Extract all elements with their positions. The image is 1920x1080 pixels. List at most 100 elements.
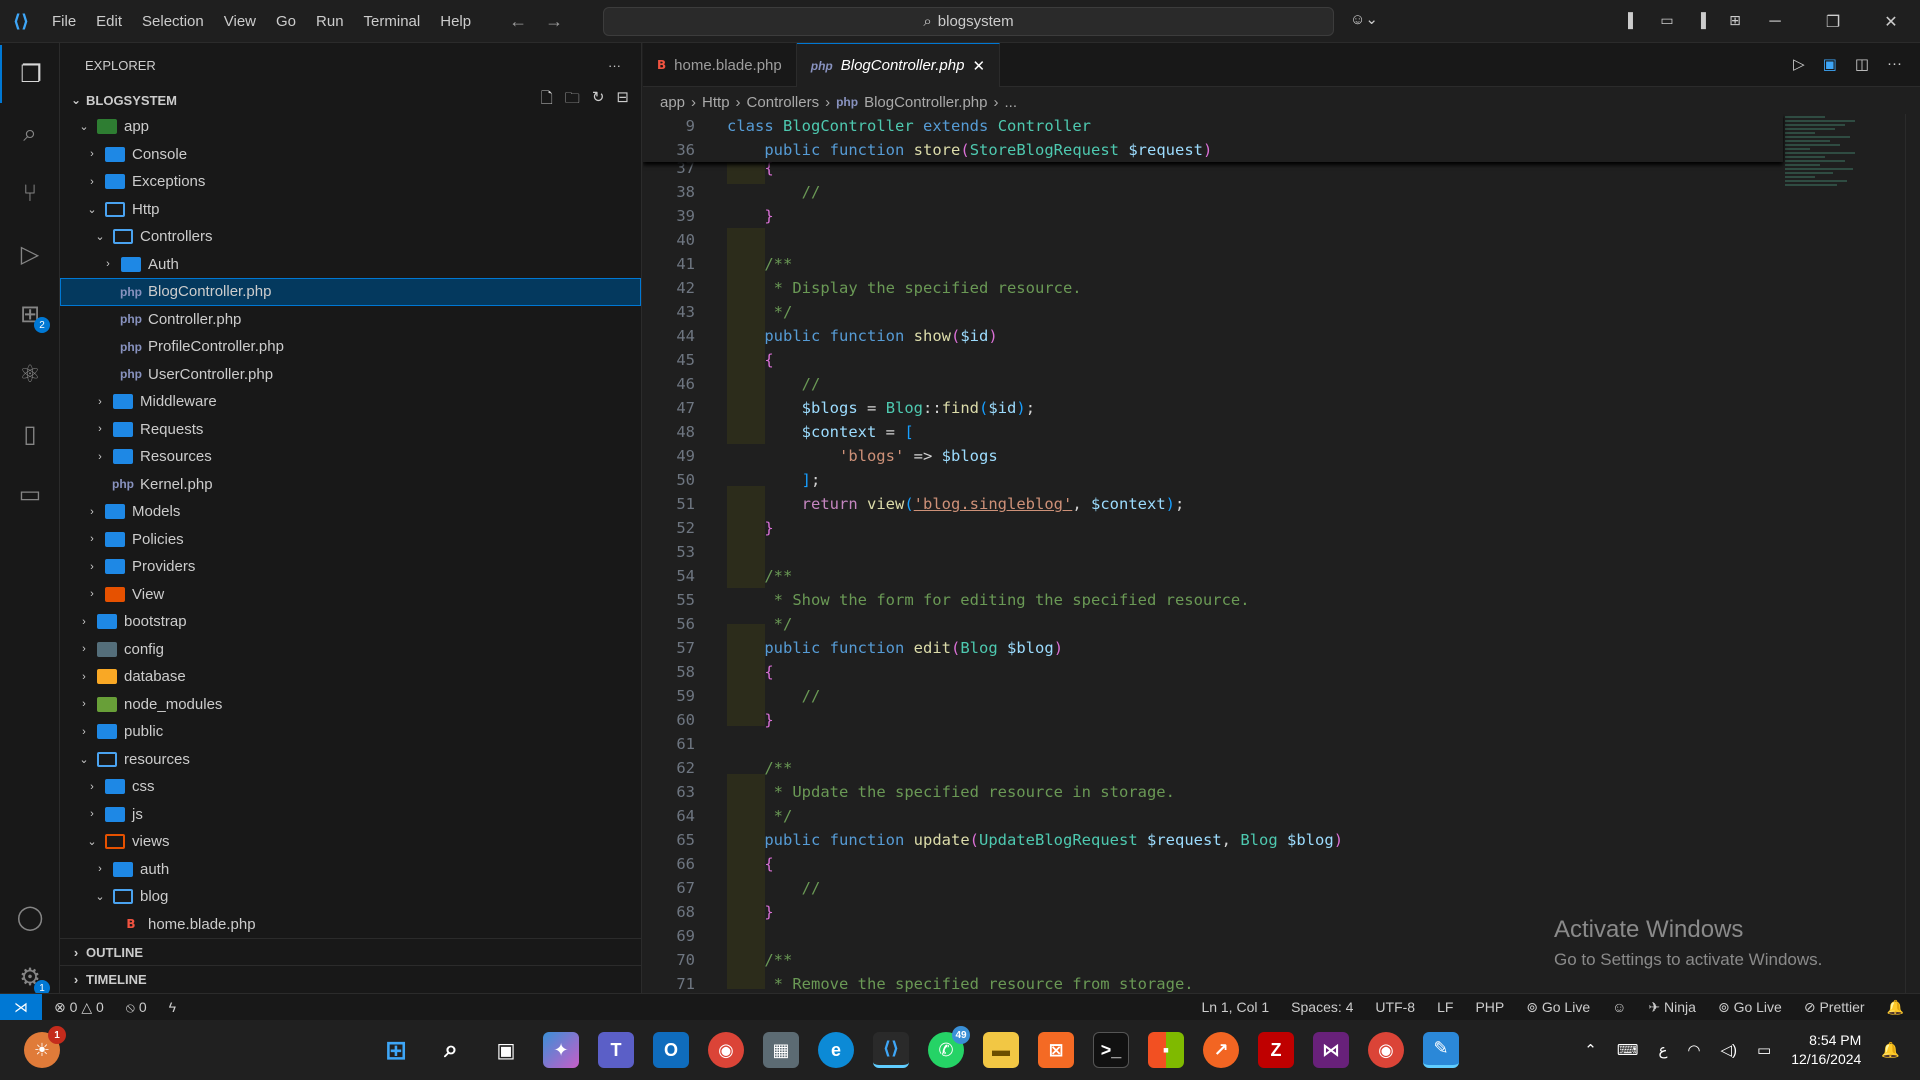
clock[interactable]: 8:54 PM 12/16/2024 (1791, 1031, 1861, 1069)
vscode-taskbar-icon[interactable]: ⟨⟩ (873, 1032, 909, 1068)
breadcrumb-item[interactable]: app (660, 94, 685, 111)
breadcrumb-item[interactable]: BlogController.php (864, 94, 987, 111)
task-view-icon[interactable]: ▣ (488, 1032, 524, 1068)
collapse-all-icon[interactable]: ⊟ (616, 88, 629, 113)
menu-selection[interactable]: Selection (132, 0, 214, 42)
split-editor-icon[interactable]: ◫ (1855, 55, 1869, 73)
filezilla-icon[interactable]: Z (1258, 1032, 1294, 1068)
folder-item[interactable]: ⌄ resources (60, 746, 641, 774)
breadcrumb-item[interactable]: Http (702, 94, 730, 111)
run-debug-icon[interactable]: ▷ (0, 225, 60, 283)
cursor-position[interactable]: Ln 1, Col 1 (1201, 999, 1269, 1015)
editor-scrollbar[interactable] (1905, 114, 1920, 993)
file-item[interactable]: php UserController.php (60, 361, 641, 389)
toggle-secondary-sidebar-icon[interactable]: ▐ (1690, 9, 1712, 31)
search-view-icon[interactable]: ⌕ (0, 105, 60, 163)
outlook-icon[interactable]: O (653, 1032, 689, 1068)
breadcrumb-item[interactable]: ... (1005, 94, 1018, 111)
remote-indicator-icon[interactable]: ⋊ (0, 993, 42, 1021)
close-icon[interactable]: ✕ (1862, 0, 1920, 43)
command-center-search[interactable]: ⌕ blogsystem (603, 7, 1334, 36)
teams-icon[interactable]: T (598, 1032, 634, 1068)
folder-item[interactable]: ⌄ Http (60, 196, 641, 224)
wifi-icon[interactable]: ◠ (1687, 1041, 1700, 1059)
folder-item[interactable]: ⌄ app (60, 113, 641, 141)
code-editor[interactable]: 9 class BlogController extends Controller… (643, 114, 1920, 993)
tray-chevron-up-icon[interactable]: ⌃ (1584, 1041, 1597, 1059)
folder-item[interactable]: ⌄ blog (60, 883, 641, 911)
folder-item[interactable]: › Auth (60, 251, 641, 279)
menu-terminal[interactable]: Terminal (354, 0, 431, 42)
folder-item[interactable]: › auth (60, 856, 641, 884)
ports-indicator[interactable]: ⦸ 0 (126, 999, 147, 1016)
keyboard-icon[interactable]: ⌨ (1617, 1041, 1639, 1059)
back-arrow-icon[interactable]: ← (509, 11, 527, 32)
file-explorer-icon[interactable]: ▬ (983, 1032, 1019, 1068)
folder-item[interactable]: › css (60, 773, 641, 801)
timeline-section[interactable]: › TIMELINE (60, 965, 642, 992)
folder-item[interactable]: › public (60, 718, 641, 746)
chrome-icon[interactable]: ◉ (708, 1032, 744, 1068)
windows-start-icon[interactable]: ⊞ (378, 1032, 414, 1068)
folder-item[interactable]: › js (60, 801, 641, 829)
paint-icon[interactable]: ✎ (1423, 1032, 1459, 1068)
folder-item[interactable]: ⌄ Controllers (60, 223, 641, 251)
notifications-icon[interactable]: 🔔 (1887, 999, 1904, 1016)
folder-item[interactable]: › Models (60, 498, 641, 526)
refresh-icon[interactable]: ↻ (592, 88, 605, 113)
folder-item[interactable]: › bootstrap (60, 608, 641, 636)
restore-icon[interactable]: ❐ (1804, 0, 1862, 43)
php-debug-icon[interactable]: ▣ (1823, 55, 1837, 73)
new-file-icon[interactable]: 🗋 (541, 88, 553, 113)
folder-item[interactable]: ⌄ views (60, 828, 641, 856)
extensions-icon[interactable]: ⊞ 2 (0, 285, 60, 343)
minimap[interactable] (1785, 114, 1905, 284)
edge-icon[interactable]: e (818, 1032, 854, 1068)
minimize-icon[interactable]: ─ (1746, 0, 1804, 43)
bookmark-icon[interactable]: ▯ (0, 405, 60, 463)
account-icon[interactable]: ◯ (0, 888, 60, 946)
tab-blog-controller[interactable]: php BlogController.php ✕ (796, 43, 1001, 87)
new-folder-icon[interactable]: 🗀 (565, 88, 580, 113)
menu-file[interactable]: File (42, 0, 86, 42)
whatsapp-icon[interactable]: ✆ 49 (928, 1026, 970, 1068)
postman-icon[interactable]: ↗ (1203, 1032, 1239, 1068)
file-item[interactable]: php Controller.php (60, 306, 641, 334)
encoding[interactable]: UTF-8 (1375, 999, 1415, 1015)
explorer-more-actions[interactable]: ··· (608, 58, 621, 73)
visual-studio-icon[interactable]: ⋈ (1313, 1032, 1349, 1068)
breadcrumb-item[interactable]: Controllers (747, 94, 820, 111)
menu-view[interactable]: View (214, 0, 266, 42)
run-icon[interactable]: ▷ (1793, 55, 1805, 73)
copilot-icon[interactable]: ☺⌄ (1350, 10, 1378, 28)
file-item[interactable]: php BlogController.php (60, 278, 641, 306)
calculator-icon[interactable]: ▦ (763, 1032, 799, 1068)
language-indicator[interactable]: ع (1658, 1041, 1667, 1059)
language-mode[interactable]: PHP (1475, 999, 1504, 1015)
menu-run[interactable]: Run (306, 0, 354, 42)
copilot-taskbar-icon[interactable]: ✦ (543, 1032, 579, 1068)
toggle-primary-sidebar-icon[interactable]: ▌ (1622, 9, 1644, 31)
terminal-icon[interactable]: >_ (1093, 1032, 1129, 1068)
menu-go[interactable]: Go (266, 0, 306, 42)
folder-item[interactable]: › node_modules (60, 691, 641, 719)
folder-item[interactable]: › View (60, 581, 641, 609)
folder-item[interactable]: › Providers (60, 553, 641, 581)
customize-layout-icon[interactable]: ⊞ (1724, 9, 1746, 31)
folder-item[interactable]: › Policies (60, 526, 641, 554)
store-icon[interactable]: ▪ (1148, 1032, 1184, 1068)
battery-icon[interactable]: ▭ (1757, 1041, 1771, 1059)
folder-item[interactable]: › Requests (60, 416, 641, 444)
prettier-button[interactable]: ⊘ Prettier (1804, 999, 1865, 1016)
close-tab-icon[interactable]: ✕ (972, 57, 985, 75)
folder-item[interactable]: › Middleware (60, 388, 641, 416)
indentation[interactable]: Spaces: 4 (1291, 999, 1353, 1015)
forward-arrow-icon[interactable]: → (545, 11, 563, 32)
problems-indicator[interactable]: ⊗ 0 △ 0 (54, 999, 104, 1016)
outline-section[interactable]: › OUTLINE (60, 938, 642, 965)
tab-home-blade[interactable]: 𝗕 home.blade.php (643, 43, 797, 87)
menu-edit[interactable]: Edit (86, 0, 132, 42)
source-control-icon[interactable]: ⑂ (0, 165, 60, 223)
toggle-panel-icon[interactable]: ▭ (1656, 9, 1678, 31)
notification-bell-icon[interactable]: 🔔 (1881, 1041, 1900, 1059)
